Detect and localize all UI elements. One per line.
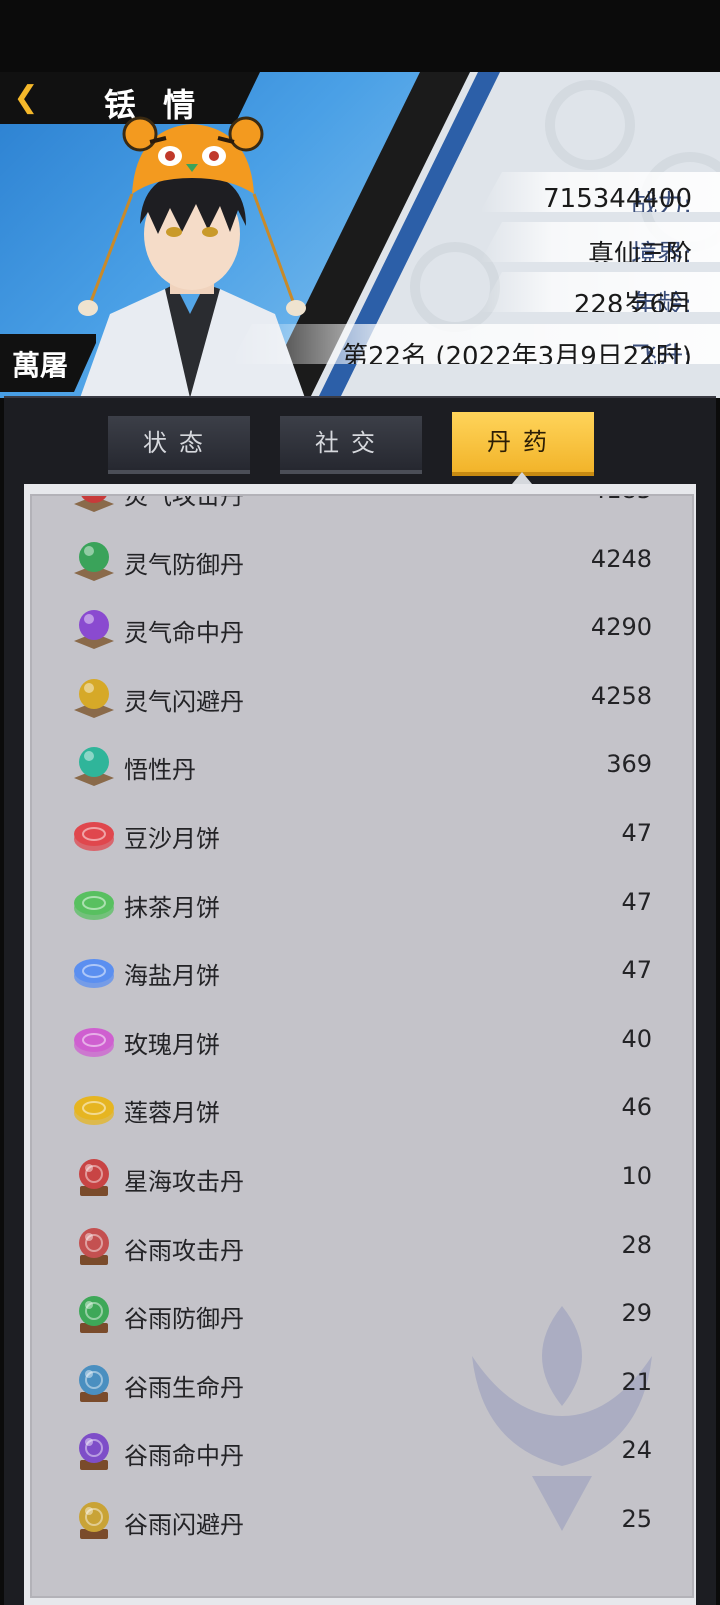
pill-name: 谷雨攻击丹 [124,1236,244,1265]
mooncake-pink-icon [74,1027,114,1057]
tab-social[interactable]: 社交 [280,416,422,474]
pill-purple-stand-icon [79,1433,109,1471]
pill-list-item[interactable]: 灵气防御丹 4248 [32,527,692,595]
pill-count: 25 [621,1505,652,1533]
pill-list-item[interactable]: 豆沙月饼 47 [32,801,692,869]
pill-list-item[interactable]: 灵气攻击丹 4185 [32,494,692,526]
pill-name: 抹茶月饼 [124,893,220,922]
pill-name: 谷雨防御丹 [124,1305,244,1334]
stat-value: 715344400 [543,184,692,214]
pill-list-item[interactable]: 灵气命中丹 4290 [32,595,692,663]
pill-name: 莲蓉月饼 [124,1099,220,1128]
stat-age: 年龄: 228岁6月 [480,272,720,312]
pill-list-item[interactable]: 海盐月饼 47 [32,938,692,1006]
stat-value: 真仙三阶 [587,240,692,270]
pill-list-item[interactable]: 抹茶月饼 47 [32,870,692,938]
pill-red-icon [74,496,114,512]
pill-red-stand-icon [79,1159,109,1196]
mooncake-yellow-icon [74,1096,114,1126]
pill-red-stand-icon [79,1227,109,1265]
stat-value: 228岁6月 [573,290,692,320]
pill-name: 灵气闪避丹 [124,687,244,716]
pill-count: 47 [621,887,652,916]
pill-list-item[interactable]: 谷雨生命丹 21 [32,1350,692,1418]
tab-pills[interactable]: 丹药 [452,412,594,476]
game-screen: ❮ 铥 情 萬屠 战力: 715344400 境界: 真仙三阶 年龄: 228岁… [0,0,720,1605]
pill-count: 4248 [590,544,652,573]
pill-teal-icon [74,747,114,787]
mooncake-blue-icon [74,959,114,989]
stat-ascension: 飞升: 第22名 (2022年3月9日22时) [230,324,720,364]
pill-name: 星海攻击丹 [124,1168,244,1196]
pill-count: 21 [621,1367,652,1396]
pill-count: 24 [621,1436,652,1465]
pill-green-stand-icon [79,1296,109,1334]
pill-name: 谷雨闪避丹 [124,1511,244,1539]
pill-list-item[interactable]: 莲蓉月饼 46 [32,1075,692,1143]
mooncake-green-icon [74,890,114,920]
pill-name: 灵气防御丹 [124,550,244,579]
pill-name: 玫瑰月饼 [124,1030,220,1059]
pill-count: 40 [621,1024,652,1053]
pill-name: 海盐月饼 [124,962,220,991]
pill-blue-stand-icon [79,1364,109,1402]
pill-purple-icon [74,610,114,650]
pill-count: 29 [621,1299,652,1328]
pill-list-item[interactable]: 玫瑰月饼 40 [32,1007,692,1075]
pill-count: 4185 [591,496,652,504]
pill-list[interactable]: 灵气攻击丹4185 灵气防御丹4248 灵气命中丹4290 灵气闪避丹4258 … [30,494,694,1598]
pill-list-item[interactable]: 谷雨攻击丹 28 [32,1213,692,1281]
mooncake-red-icon [74,822,114,851]
pill-gold-stand-icon [79,1502,109,1539]
pill-name: 悟性丹 [124,756,196,785]
pill-count: 28 [621,1230,652,1259]
back-button[interactable]: ❮ [8,80,44,116]
pill-count: 4258 [590,681,652,710]
tab-status[interactable]: 状态 [108,416,250,474]
active-tab-caret [512,472,532,484]
tab-bar: 状态 社交 丹药 [4,398,716,484]
pill-list-item[interactable]: 灵气闪避丹 4258 [32,664,692,732]
pill-list-frame: 灵气攻击丹4185 灵气防御丹4248 灵气命中丹4290 灵气闪避丹4258 … [24,484,696,1605]
pill-green-icon [74,541,114,581]
guild-name: 萬屠 [12,349,69,382]
pill-count: 47 [621,819,652,847]
pill-count: 369 [606,750,652,779]
pill-gold-icon [74,678,114,718]
pill-name: 灵气攻击丹 [124,494,244,510]
pill-count: 46 [621,1093,652,1122]
pill-list-item[interactable]: 谷雨命中丹 24 [32,1418,692,1486]
pill-name: 灵气命中丹 [124,619,244,648]
stat-realm: 境界: 真仙三阶 [480,222,720,262]
stat-power: 战力: 715344400 [480,172,720,212]
pill-name: 豆沙月饼 [124,825,220,853]
stat-value: 第22名 (2022年3月9日22时) [342,342,692,372]
pill-list-item[interactable]: 悟性丹 369 [32,732,692,800]
pill-list-item[interactable]: 谷雨闪避丹 25 [32,1487,692,1555]
pill-list-item[interactable]: 谷雨防御丹 29 [32,1281,692,1349]
pill-count: 4290 [590,613,652,642]
decor-circle [545,80,635,170]
pill-count: 10 [621,1162,652,1190]
pill-name: 谷雨命中丹 [124,1442,244,1471]
player-header: ❮ 铥 情 萬屠 战力: 715344400 境界: 真仙三阶 年龄: 228岁… [0,72,720,398]
pill-list-item[interactable]: 星海攻击丹 10 [32,1144,692,1212]
info-panel: 状态 社交 丹药 灵气攻击丹 4185 灵气防御丹 4248 灵气命中丹 4290 [4,396,716,1605]
pill-count: 47 [621,956,652,985]
pill-name: 谷雨生命丹 [124,1373,244,1402]
